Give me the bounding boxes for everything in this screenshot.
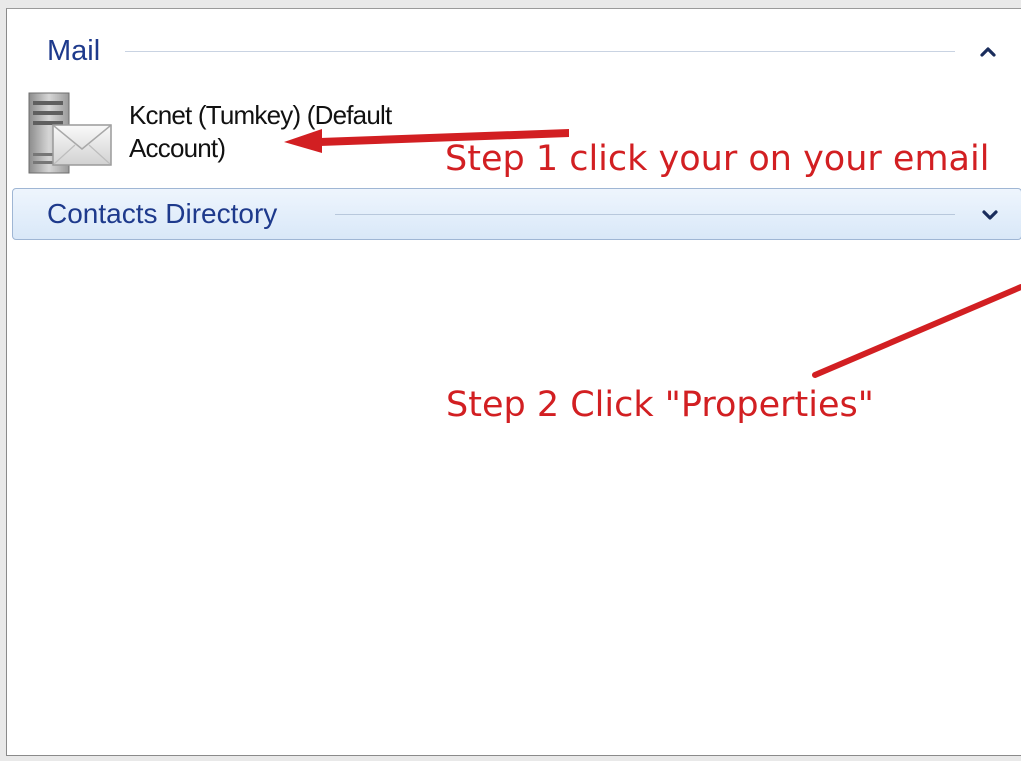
chevron-down-icon[interactable]	[979, 204, 1001, 226]
section-divider	[335, 214, 955, 215]
account-name: Kcnet (Tumkey) (Default Account)	[129, 100, 392, 163]
contacts-directory-header[interactable]: Contacts Directory	[12, 188, 1021, 240]
mail-server-icon	[28, 92, 112, 174]
email-account-item[interactable]: Kcnet (Tumkey) (Default Account)	[27, 89, 467, 185]
mail-section-header: Mail	[47, 33, 1007, 69]
chevron-up-icon[interactable]	[977, 41, 999, 63]
step1-annotation: Step 1 click your on your email	[445, 139, 990, 179]
account-panel: Mail Kcnet (Tumkey) (Default Account) Co…	[6, 8, 1021, 756]
step2-annotation: Step 2 Click "Properties"	[446, 385, 874, 425]
mail-section-title: Mail	[47, 35, 101, 67]
section-divider	[125, 51, 955, 52]
contacts-directory-title: Contacts Directory	[47, 198, 278, 229]
